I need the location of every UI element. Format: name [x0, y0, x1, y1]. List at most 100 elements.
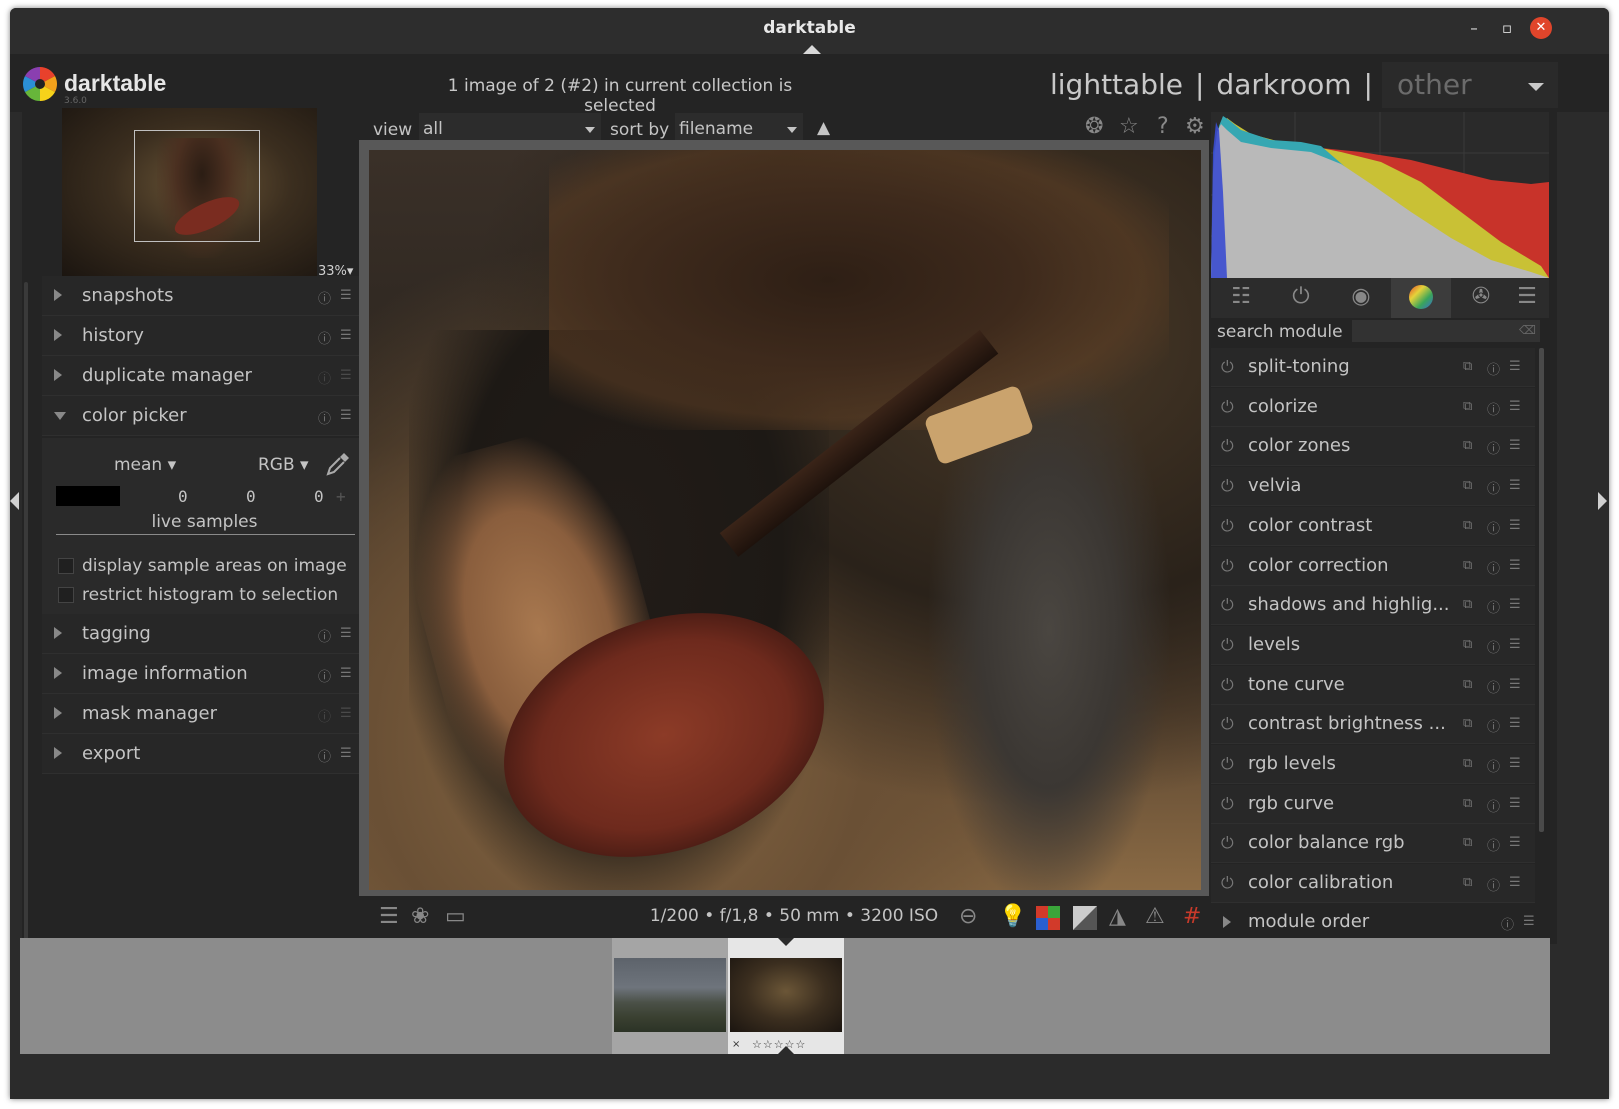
processing-module[interactable]: ⏻ color balance rgb ⧉ ⓘ ☰: [1211, 824, 1535, 864]
module-mask-manager[interactable]: mask manager ⓘ ☰: [42, 694, 367, 734]
processing-module[interactable]: ⏻ tone curve ⧉ ⓘ ☰: [1211, 665, 1535, 705]
module-order[interactable]: module order ⓘ ☰: [1211, 902, 1549, 942]
presets-icon[interactable]: ☰: [1509, 796, 1521, 811]
reset-icon[interactable]: ⓘ: [318, 666, 331, 685]
processing-module[interactable]: ⏻ split-toning ⧉ ⓘ ☰: [1211, 348, 1535, 387]
power-icon[interactable]: ⏻: [1221, 595, 1234, 615]
presets-icon[interactable]: ☰: [1509, 716, 1521, 731]
processing-module[interactable]: ⏻ shadows and highlig... ⧉ ⓘ ☰: [1211, 586, 1535, 626]
star-icon[interactable]: ☆: [1119, 114, 1139, 139]
presets-icon[interactable]: ☰: [340, 706, 352, 721]
processing-module[interactable]: ⏻ colorize ⧉ ⓘ ☰: [1211, 387, 1535, 427]
clipping-indicator-icon[interactable]: [1073, 906, 1097, 930]
reset-icon[interactable]: ⓘ: [1487, 835, 1500, 854]
presets-icon[interactable]: ☰: [1509, 399, 1521, 414]
multi-instance-icon[interactable]: ⧉: [1463, 518, 1472, 533]
power-icon[interactable]: ⏻: [1221, 436, 1234, 456]
processing-module[interactable]: ⏻ contrast brightness ... ⧉ ⓘ ☰: [1211, 705, 1535, 745]
multi-instance-icon[interactable]: ⧉: [1463, 597, 1472, 612]
multi-instance-icon[interactable]: ⧉: [1463, 677, 1472, 692]
presets-icon[interactable]: ☰: [1509, 438, 1521, 453]
filmstrip-thumbnail[interactable]: [612, 938, 728, 1054]
presets-icon[interactable]: ☰: [340, 368, 352, 383]
navigation-preview[interactable]: [62, 108, 317, 276]
reset-icon[interactable]: ⓘ: [1487, 558, 1500, 577]
collapse-left-panel-arrow[interactable]: [10, 492, 19, 510]
gamut-check-icon[interactable]: ⚠: [1145, 904, 1165, 929]
softproof-icon[interactable]: ◮: [1109, 904, 1126, 929]
power-icon[interactable]: ⏻: [1221, 754, 1234, 774]
multi-instance-icon[interactable]: ⧉: [1463, 835, 1472, 850]
view-filter-dropdown[interactable]: all: [419, 113, 601, 143]
close-icon[interactable]: ✕: [1530, 17, 1552, 39]
module-export[interactable]: export ⓘ ☰: [42, 734, 367, 774]
processing-module[interactable]: ⏻ levels ⧉ ⓘ ☰: [1211, 625, 1535, 665]
other-views-dropdown[interactable]: other: [1382, 62, 1558, 108]
minimize-icon[interactable]: –: [1463, 17, 1485, 39]
add-sample-icon[interactable]: +: [336, 487, 346, 506]
display-sample-areas-checkbox[interactable]: [58, 558, 74, 574]
tab-quick-access-icon[interactable]: ☷: [1211, 284, 1271, 309]
help-icon[interactable]: ?: [1157, 114, 1169, 139]
presets-icon[interactable]: ☰: [340, 626, 352, 641]
reset-icon[interactable]: ⓘ: [318, 328, 331, 347]
power-icon[interactable]: ⏻: [1221, 833, 1234, 853]
reset-icon[interactable]: ⓘ: [318, 368, 331, 387]
presets-icon[interactable]: ☰: [340, 746, 352, 761]
multi-instance-icon[interactable]: ⧉: [1463, 438, 1472, 453]
presets-icon[interactable]: ☰: [1509, 558, 1521, 573]
reset-icon[interactable]: ⓘ: [318, 746, 331, 765]
presets-icon[interactable]: ☰: [1509, 518, 1521, 533]
sort-direction-toggle[interactable]: ▲: [817, 118, 830, 138]
presets-icon[interactable]: ☰: [1509, 756, 1521, 771]
filmstrip-thumbnail-selected[interactable]: × ☆☆☆☆☆: [728, 938, 844, 1054]
left-panel-scrollbar[interactable]: [24, 282, 28, 942]
presets-icon[interactable]: ☰: [1509, 478, 1521, 493]
sort-by-dropdown[interactable]: filename: [675, 113, 803, 143]
reset-icon[interactable]: ⓘ: [1487, 637, 1500, 656]
power-icon[interactable]: ⏻: [1221, 794, 1234, 814]
tab-base-modules-icon[interactable]: ◉: [1331, 284, 1391, 309]
reset-icon[interactable]: ⓘ: [1487, 478, 1500, 497]
module-snapshots[interactable]: snapshots ⓘ ☰: [42, 276, 367, 316]
power-icon[interactable]: ⏻: [1221, 873, 1234, 893]
reset-icon[interactable]: ⓘ: [1487, 756, 1500, 775]
collapse-top-panel-arrow[interactable]: [803, 45, 821, 54]
processing-module[interactable]: ⏻ color contrast ⧉ ⓘ ☰: [1211, 506, 1535, 546]
focus-peaking-icon[interactable]: ⊖: [959, 904, 977, 929]
raw-overexposed-icon[interactable]: [1036, 906, 1060, 930]
picker-mode-select[interactable]: mean ▾: [114, 455, 176, 475]
histogram[interactable]: [1211, 112, 1549, 278]
module-list-scrollbar[interactable]: [1539, 348, 1544, 832]
power-icon[interactable]: ⏻: [1221, 675, 1234, 695]
collapse-right-panel-arrow[interactable]: [1598, 492, 1607, 510]
multi-instance-icon[interactable]: ⧉: [1463, 399, 1472, 414]
module-duplicate-manager[interactable]: duplicate manager ⓘ ☰: [42, 356, 367, 396]
tab-color-modules-icon[interactable]: [1391, 278, 1451, 318]
multi-instance-icon[interactable]: ⧉: [1463, 359, 1472, 374]
picker-colorspace-select[interactable]: RGB ▾: [258, 455, 309, 475]
presets-icon[interactable]: ☰: [340, 666, 352, 681]
guides-icon[interactable]: #: [1183, 904, 1201, 929]
presets-icon[interactable]: ☰: [1509, 677, 1521, 692]
presets-icon[interactable]: ☰: [1509, 835, 1521, 850]
presets-icon[interactable]: ☰: [340, 288, 352, 303]
presets-icon[interactable]: ☰: [340, 408, 352, 423]
reset-icon[interactable]: ⓘ: [1487, 597, 1500, 616]
presets-icon[interactable]: ☰: [1509, 637, 1521, 652]
processing-module[interactable]: ⏻ rgb levels ⧉ ⓘ ☰: [1211, 745, 1535, 784]
reset-icon[interactable]: ⓘ: [1487, 796, 1500, 815]
presets-icon[interactable]: ☰: [1509, 359, 1521, 374]
multi-instance-icon[interactable]: ⧉: [1463, 478, 1472, 493]
processing-module[interactable]: ⏻ color zones ⧉ ⓘ ☰: [1211, 427, 1535, 467]
processing-module[interactable]: ⏻ velvia ⧉ ⓘ ☰: [1211, 467, 1535, 507]
search-module-input[interactable]: ⌫: [1352, 320, 1540, 342]
clear-search-icon[interactable]: ⌫: [1519, 323, 1536, 337]
reset-icon[interactable]: ⓘ: [1487, 359, 1500, 378]
multi-instance-icon[interactable]: ⧉: [1463, 796, 1472, 811]
presets-icon[interactable]: ☰: [1509, 875, 1521, 890]
processing-module[interactable]: ⏻ color calibration ⧉ ⓘ ☰: [1211, 864, 1535, 904]
module-tagging[interactable]: tagging ⓘ ☰: [42, 614, 367, 654]
reset-icon[interactable]: ⓘ: [318, 408, 331, 427]
presets-icon[interactable]: ☰: [340, 328, 352, 343]
